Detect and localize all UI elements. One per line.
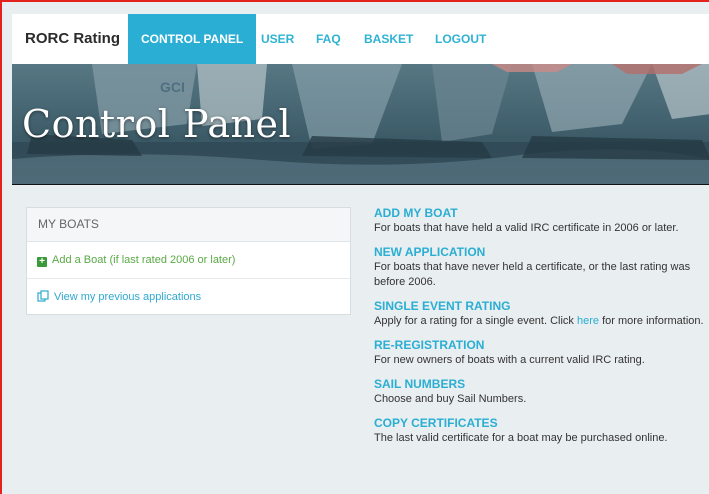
- single-event-rating-desc: Apply for a rating for a single event. C…: [374, 314, 704, 329]
- nav-control-panel[interactable]: CONTROL PANEL: [128, 14, 257, 64]
- new-application-link[interactable]: NEW APPLICATION: [374, 244, 704, 260]
- new-application-desc: For boats that have never held a certifi…: [374, 261, 691, 288]
- nav-basket[interactable]: BASKET: [364, 14, 413, 64]
- brand-logo[interactable]: RORC Rating: [25, 14, 120, 64]
- view-previous-label: View my previous applications: [54, 291, 202, 303]
- single-event-desc-text-end: for more information.: [599, 315, 704, 327]
- copy-certificates-link[interactable]: COPY CERTIFICATES: [374, 415, 704, 431]
- main-content: MY BOATS + Add a Boat (if last rated 2006…: [12, 185, 709, 494]
- nav-user[interactable]: USER: [261, 14, 294, 64]
- re-registration-desc: For new owners of boats with a current v…: [374, 354, 645, 366]
- sail-numbers-desc: Choose and buy Sail Numbers.: [374, 393, 527, 405]
- page-title: Control Panel: [22, 102, 292, 146]
- hero-banner: GCI Control Panel: [12, 64, 709, 186]
- section-add-my-boat: ADD MY BOAT For boats that have held a v…: [374, 205, 704, 236]
- single-event-rating-link[interactable]: SINGLE EVENT RATING: [374, 298, 704, 314]
- plus-square-icon: +: [37, 257, 47, 267]
- add-my-boat-link[interactable]: ADD MY BOAT: [374, 205, 704, 221]
- copy-icon: [37, 290, 49, 302]
- re-registration-link[interactable]: RE-REGISTRATION: [374, 337, 704, 353]
- nav-faq[interactable]: FAQ: [316, 14, 341, 64]
- sail-numbers-link[interactable]: SAIL NUMBERS: [374, 376, 704, 392]
- copy-certificates-desc: The last valid certificate for a boat ma…: [374, 432, 668, 444]
- add-boat-label: Add a Boat (if last rated 2006 or later): [52, 254, 236, 266]
- nav-logout[interactable]: LOGOUT: [435, 14, 486, 64]
- section-copy-certificates: COPY CERTIFICATES The last valid certifi…: [374, 415, 704, 446]
- section-sail-numbers: SAIL NUMBERS Choose and buy Sail Numbers…: [374, 376, 704, 407]
- section-new-application: NEW APPLICATION For boats that have neve…: [374, 244, 704, 290]
- add-boat-link[interactable]: + Add a Boat (if last rated 2006 or later…: [27, 242, 350, 279]
- top-navbar: RORC Rating CONTROL PANEL USER FAQ BASKE…: [12, 14, 709, 64]
- section-single-event-rating: SINGLE EVENT RATING Apply for a rating f…: [374, 298, 704, 329]
- sail-logo-text: GCI: [160, 79, 185, 95]
- single-event-desc-text: Apply for a rating for a single event. C…: [374, 315, 577, 327]
- here-link[interactable]: here: [577, 315, 599, 327]
- page-frame: RORC Rating CONTROL PANEL USER FAQ BASKE…: [0, 0, 709, 494]
- options-list: ADD MY BOAT For boats that have held a v…: [374, 205, 704, 454]
- section-re-registration: RE-REGISTRATION For new owners of boats …: [374, 337, 704, 368]
- my-boats-header: MY BOATS: [27, 208, 350, 242]
- my-boats-panel: MY BOATS + Add a Boat (if last rated 2006…: [26, 207, 351, 315]
- add-my-boat-desc: For boats that have held a valid IRC cer…: [374, 222, 679, 234]
- view-previous-applications-link[interactable]: View my previous applications: [27, 279, 350, 315]
